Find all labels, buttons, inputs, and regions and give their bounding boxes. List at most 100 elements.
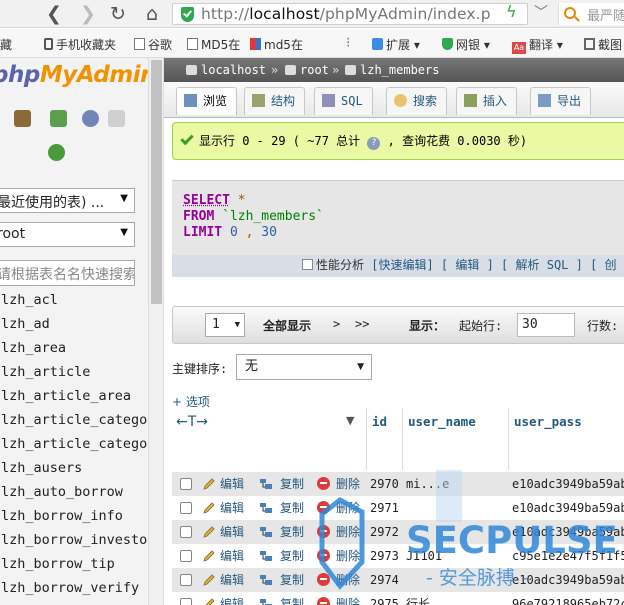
delete-row-link[interactable]: 删除 <box>336 544 360 568</box>
table-item[interactable]: lzh_ad <box>0 312 148 336</box>
edit-row-link[interactable]: 编辑 <box>220 544 244 568</box>
address-dropdown-button[interactable]: ﹀ <box>534 2 548 22</box>
bookmark-mobile-favorites[interactable]: 手机收藏夹 <box>44 36 116 53</box>
bookmark-favorites[interactable]: 收藏 <box>0 36 12 53</box>
breadcrumb-server[interactable]: localhost <box>186 58 266 82</box>
sort-dropdown-icon[interactable]: ▼ <box>346 414 354 427</box>
row-checkbox[interactable] <box>180 550 192 562</box>
cell-user-pass[interactable]: e10adc3949ba59ab <box>512 568 624 592</box>
bookmark-translate[interactable]: Aa 翻译 ▾ <box>512 36 563 54</box>
sql-action-links[interactable]: [快速编辑] [ 编辑 ] [ 解析 SQL ] [ 创 <box>371 258 616 272</box>
forward-button[interactable]: ❯ <box>76 2 100 26</box>
table-item[interactable]: lzh_article_category <box>0 408 148 432</box>
reload-button[interactable]: ↻ <box>106 2 130 26</box>
row-checkbox[interactable] <box>180 526 192 538</box>
phpmyadmin-logo[interactable]: phpMyAdmin <box>0 62 148 88</box>
help-icon[interactable] <box>82 110 99 127</box>
cell-user-pass[interactable]: c95e1e2e47f5f1f5 <box>512 544 624 568</box>
delete-row-link[interactable]: 删除 <box>336 496 360 520</box>
delete-row-link[interactable]: 删除 <box>336 520 360 544</box>
cell-id[interactable]: 2972 <box>370 520 399 544</box>
refresh-icon[interactable] <box>48 144 65 161</box>
copy-row-link[interactable]: 复制 <box>280 544 304 568</box>
cell-user-name[interactable]: mi...e <box>406 472 449 496</box>
help-icon[interactable]: ? <box>367 137 381 150</box>
cell-id[interactable]: 2974 <box>370 568 399 592</box>
bookmark-md5-2[interactable]: md5在 <box>250 36 303 53</box>
bookmark-extensions[interactable]: 扩展 ▾ <box>372 36 420 53</box>
column-header-id[interactable]: id <box>372 414 387 429</box>
copy-row-link[interactable]: 复制 <box>280 472 304 496</box>
delete-row-link[interactable]: 删除 <box>336 592 360 605</box>
cell-id[interactable]: 2970 <box>370 472 399 496</box>
tab-export[interactable]: 导出 <box>530 87 592 115</box>
breadcrumb-database[interactable]: root <box>285 58 329 82</box>
cell-user-pass[interactable]: e10adc3949ba59ab <box>512 472 624 496</box>
cell-user-pass[interactable]: 96e79218965eb72c <box>512 592 624 605</box>
next-page-button[interactable]: > <box>333 317 340 331</box>
last-page-button[interactable]: >> <box>355 317 369 331</box>
profiling-checkbox[interactable]: 性能分析 <box>302 258 364 272</box>
table-item[interactable]: lzh_article <box>0 360 148 384</box>
browser-search-box[interactable]: 最严随 <box>558 3 624 25</box>
bookmark-bank[interactable]: 网银 ▾ <box>442 36 490 53</box>
edit-row-link[interactable]: 编辑 <box>220 520 244 544</box>
column-header-user-pass[interactable]: user_pass <box>514 414 582 429</box>
recent-tables-select[interactable]: 最近使用的表) ... ▼ <box>0 188 135 213</box>
sort-select[interactable]: 无 ▼ <box>236 354 372 380</box>
table-item[interactable]: lzh_acl <box>0 288 148 312</box>
bookmark-screenshot[interactable]: 截图 <box>584 36 622 53</box>
table-item[interactable]: lzh_borrow_investor <box>0 528 148 552</box>
table-item[interactable]: lzh_article_category <box>0 432 148 456</box>
table-item[interactable]: lzh_auto_borrow <box>0 480 148 504</box>
table-item[interactable]: lzh_ausers <box>0 456 148 480</box>
edit-row-link[interactable]: 编辑 <box>220 568 244 592</box>
cell-user-name[interactable]: 行长 <box>406 592 430 605</box>
table-item[interactable]: lzh_borrow_verify <box>0 576 148 600</box>
edit-row-link[interactable]: 编辑 <box>220 592 244 605</box>
start-row-input[interactable]: 30 <box>517 313 575 337</box>
tab-browse[interactable]: 浏览 <box>176 87 238 115</box>
tab-structure[interactable]: 结构 <box>244 87 306 115</box>
column-header-user-name[interactable]: user_name <box>408 414 476 429</box>
row-checkbox[interactable] <box>180 478 192 490</box>
bookmark-google[interactable]: 谷歌 <box>134 36 172 53</box>
logout-icon[interactable] <box>50 110 67 127</box>
lightning-icon[interactable]: ϟ <box>506 2 517 21</box>
resize-arrows-icon[interactable]: ←T→ <box>176 414 208 430</box>
delete-row-link[interactable]: 删除 <box>336 568 360 592</box>
table-item[interactable]: lzh_borrow_tip <box>0 552 148 576</box>
edit-row-link[interactable]: 编辑 <box>220 472 244 496</box>
table-item[interactable]: lzh_area <box>0 336 148 360</box>
table-item[interactable]: lzh_borrow_info <box>0 504 148 528</box>
table-item[interactable]: lzh_article_area <box>0 384 148 408</box>
sql-keyword[interactable]: SELECT <box>183 193 230 208</box>
show-all-button[interactable]: 全部显示 <box>263 317 311 334</box>
table-item[interactable]: lzh_coupon <box>0 600 148 605</box>
cell-user-pass[interactable]: e10adc3949ba59ab <box>512 520 624 544</box>
page-select[interactable]: 1 ▼ <box>205 313 245 337</box>
cell-user-name[interactable]: JI101 <box>406 544 442 568</box>
docs-icon[interactable] <box>108 110 125 127</box>
cell-id[interactable]: 2973 <box>370 544 399 568</box>
row-checkbox[interactable] <box>180 502 192 514</box>
copy-row-link[interactable]: 复制 <box>280 568 304 592</box>
table-filter-input[interactable]: 请根据表名名快速搜索 <box>0 260 135 286</box>
copy-row-link[interactable]: 复制 <box>280 520 304 544</box>
row-checkbox[interactable] <box>180 598 192 605</box>
address-bar[interactable]: http://localhost/phpMyAdmin/index.p <box>172 3 528 25</box>
tab-search[interactable]: 搜索 <box>386 87 448 115</box>
cell-id[interactable]: 2971 <box>370 496 399 520</box>
copy-row-link[interactable]: 复制 <box>280 496 304 520</box>
back-button[interactable]: ❮ <box>42 2 66 26</box>
cell-user-pass[interactable]: e10adc3949ba59ab <box>512 496 624 520</box>
cell-id[interactable]: 2975 <box>370 592 399 605</box>
nav-scrollbar[interactable] <box>148 58 164 605</box>
bookmark-md5-1[interactable]: MD5在 <box>187 36 240 53</box>
tab-insert[interactable]: 插入 <box>456 87 518 115</box>
copy-row-link[interactable]: 复制 <box>280 592 304 605</box>
delete-row-link[interactable]: 删除 <box>336 472 360 496</box>
nav-scrollbar-thumb[interactable] <box>151 60 162 304</box>
edit-row-link[interactable]: 编辑 <box>220 496 244 520</box>
breadcrumb-table[interactable]: lzh_members <box>345 58 439 82</box>
